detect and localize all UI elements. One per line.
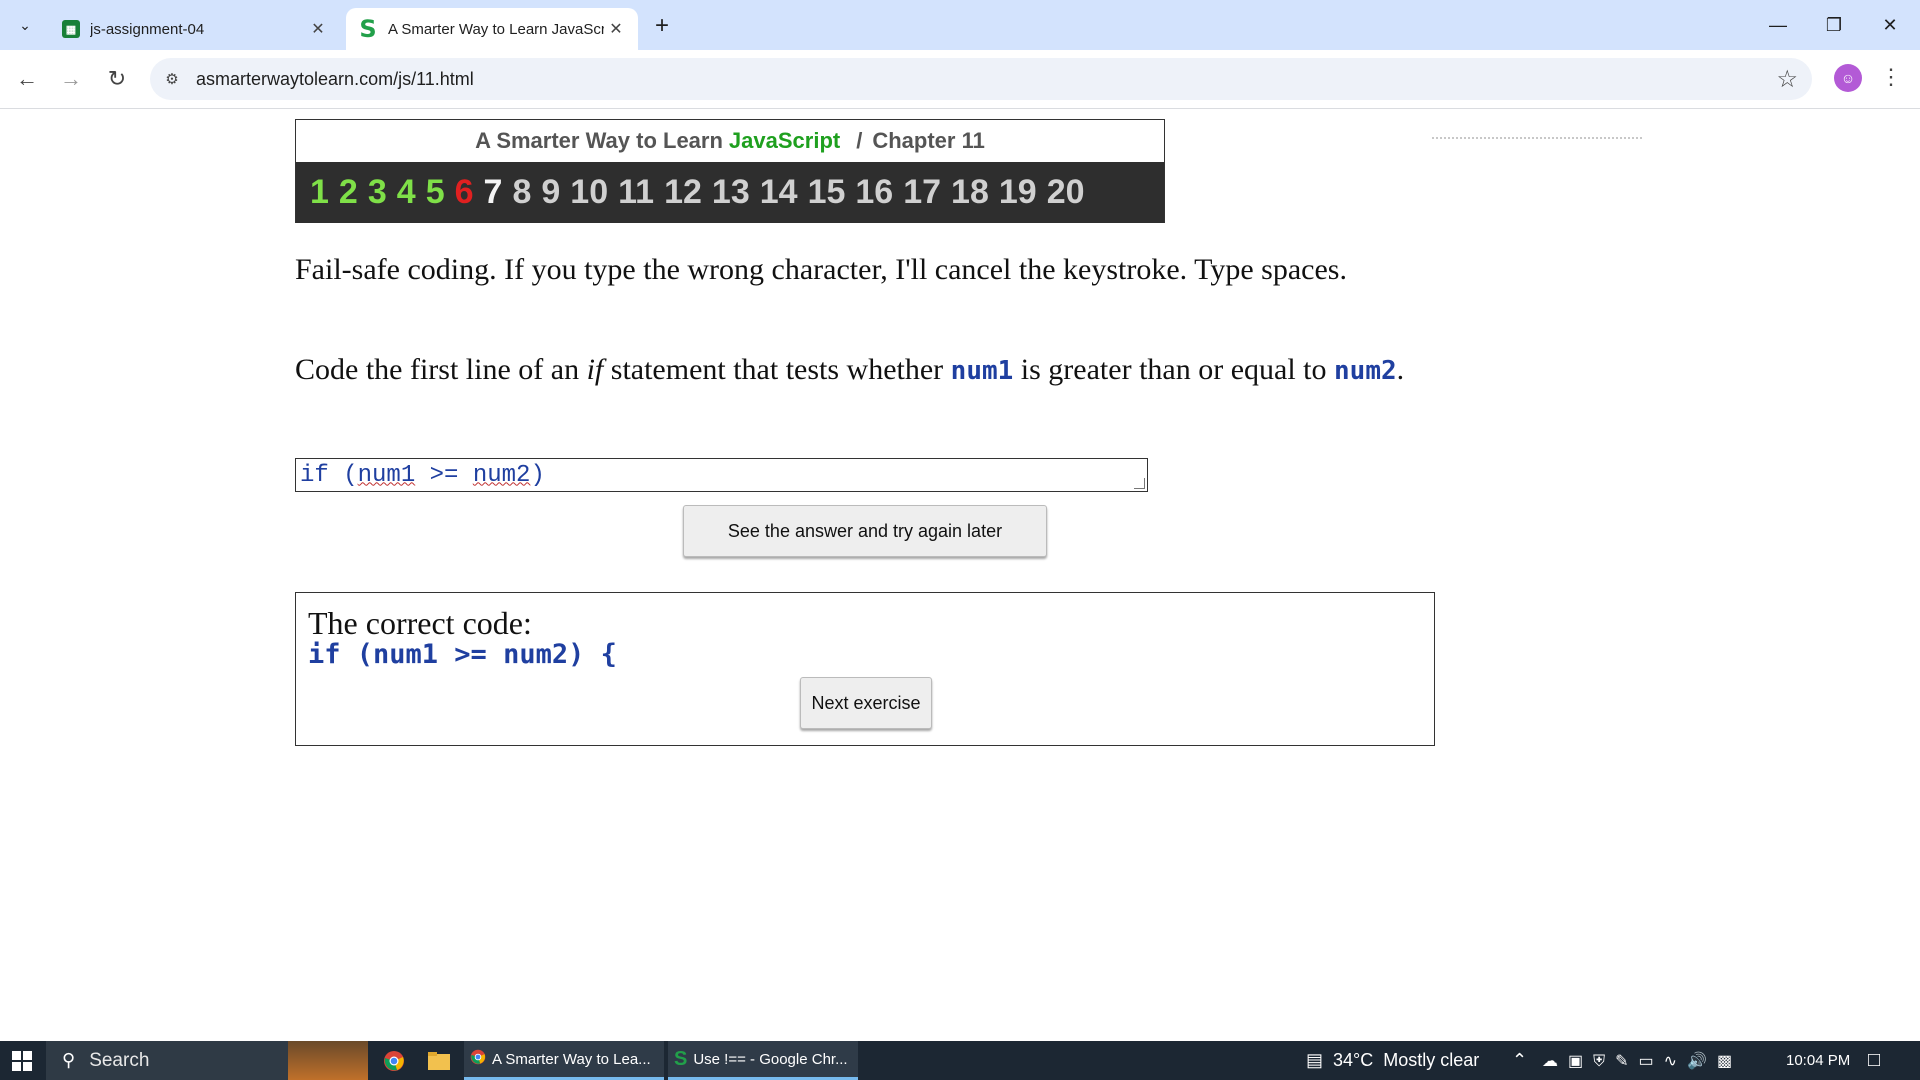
chrome-icon [470,1049,486,1069]
code-num1: num1 [950,356,1014,386]
s-logo-icon: S [359,15,377,43]
resize-handle-icon[interactable] [1134,478,1145,489]
next-exercise-button[interactable]: Next exercise [800,677,932,729]
system-tray-icons[interactable]: ☁▣⛨✎▭∿🔊▩ [1542,1041,1742,1080]
windows-start-icon[interactable] [0,1041,44,1080]
answer-kw: if ( [300,461,358,489]
menu-kebab-icon[interactable]: ⋮ [1880,64,1902,90]
tab-title: js-assignment-04 [90,20,205,38]
file-explorer-icon[interactable] [425,1047,453,1075]
minimize-icon[interactable]: — [1750,0,1806,50]
chapter-link-7[interactable]: 7 [484,173,503,212]
tray-chevron-icon[interactable]: ⌃ [1512,1041,1527,1080]
answer-operator: >= [415,461,473,489]
decorative-dotted-line [1432,137,1642,139]
chapter-navigation: A Smarter Way to Learn JavaScript / Chap… [295,119,1165,223]
page-content: A Smarter Way to Learn JavaScript / Chap… [0,109,1920,1041]
notifications-icon[interactable]: □ [1868,1041,1880,1080]
browser-toolbar: ← → ↻ ⚙ asmarterwaytolearn.com/js/11.htm… [0,50,1920,109]
tab-search-chevron-icon[interactable]: ⌄ [8,11,42,39]
taskbar-app-use-not-equal[interactable]: S Use !== - Google Chr... [668,1041,858,1080]
see-answer-button[interactable]: See the answer and try again later [683,505,1047,557]
search-highlight-image [288,1041,368,1080]
code-answer-textarea[interactable]: if (num1 >= num2) [295,458,1148,492]
url-text[interactable]: asmarterwaytolearn.com/js/11.html [196,69,474,90]
code-num2: num2 [1334,356,1397,386]
chapter-link-6[interactable]: 6 [455,173,474,212]
weather-text: 34°C Mostly clear [1333,1050,1480,1070]
chapter-link-3[interactable]: 3 [368,173,387,212]
chapter-link-20[interactable]: 20 [1047,173,1085,212]
chrome-icon[interactable] [380,1047,408,1075]
sheets-icon: ▦ [62,20,80,38]
taskbar-search[interactable]: ⚲ Search [46,1041,368,1080]
chapter-link-19[interactable]: 19 [999,173,1037,212]
chapter-link-18[interactable]: 18 [951,173,989,212]
chapter-link-2[interactable]: 2 [339,173,358,212]
taskbar-app-label: Use !== - Google Chr... [693,1050,848,1068]
chapter-link-16[interactable]: 16 [855,173,893,212]
site-info-icon[interactable]: ⚙ [160,67,184,91]
chapter-link-13[interactable]: 13 [712,173,750,212]
tab-js-assignment[interactable]: ▦ js-assignment-04 ✕ [50,8,340,50]
instruction-text: statement that tests whether [603,353,951,386]
back-icon[interactable]: ← [10,62,44,96]
correct-code-panel: The correct code: if (num1 >= num2) { Ne… [295,592,1435,746]
bookmark-star-icon[interactable]: ☆ [1776,65,1798,94]
chapter-link-5[interactable]: 5 [426,173,445,212]
instruction-task: Code the first line of an if statement t… [295,352,1435,389]
brand-javascript: JavaScript [728,128,841,153]
reload-icon[interactable]: ↻ [100,62,134,96]
correct-code-label: The correct code: [308,605,532,641]
chapter-link-12[interactable]: 12 [664,173,702,212]
chapter-header: A Smarter Way to Learn JavaScript / Chap… [296,120,1164,162]
answer-close-paren: ) [530,461,545,489]
chapter-link-14[interactable]: 14 [760,173,798,212]
close-icon[interactable]: ✕ [306,17,330,41]
new-tab-icon[interactable]: + [648,12,676,40]
book-title: A Smarter Way to Learn [475,128,723,153]
close-icon[interactable]: ✕ [604,17,628,41]
chapter-link-10[interactable]: 10 [570,173,608,212]
tab-smarter-way[interactable]: S A Smarter Way to Learn JavaScri ✕ [346,8,638,50]
window-close-icon[interactable]: ✕ [1862,0,1918,50]
instruction-text: . [1396,353,1405,386]
chapter-link-17[interactable]: 17 [903,173,941,212]
taskbar: ⚲ Search A Smarter Way to Lea... S Use !… [0,1041,1920,1080]
tab-strip: ⌄ ▦ js-assignment-04 ✕ S A Smarter Way t… [0,0,1920,50]
instruction-failsafe: Fail-safe coding. If you type the wrong … [295,253,1347,286]
chapter-link-15[interactable]: 15 [808,173,846,212]
chapter-link-1[interactable]: 1 [310,173,329,212]
correct-code: if (num1 >= num2) { [308,639,617,670]
weather-icon: ▤ [1306,1050,1324,1070]
search-label: Search [89,1049,150,1071]
answer-var2: num2 [472,461,531,489]
instruction-text: Code the first line of an [295,353,587,386]
tab-title: A Smarter Way to Learn JavaScri [388,20,604,38]
instruction-keyword: if [586,353,604,386]
chapter-link-8[interactable]: 8 [512,173,531,212]
address-bar[interactable]: ⚙ asmarterwaytolearn.com/js/11.html ☆ [150,58,1812,100]
taskbar-app-chrome-smarter-way[interactable]: A Smarter Way to Lea... [464,1041,664,1080]
chapter-link-11[interactable]: 11 [618,173,654,212]
chapter-label: Chapter 11 [872,128,985,153]
s-logo-icon: S [674,1047,688,1070]
weather-widget[interactable]: ▤ 34°C Mostly clear [1306,1041,1479,1080]
chapter-number-list: 1 2 3 4 5 6 7 8 9 10 11 12 13 14 15 16 1… [296,162,1164,223]
chapter-link-4[interactable]: 4 [397,173,416,212]
search-icon: ⚲ [62,1050,76,1070]
answer-var1: num1 [357,461,416,489]
forward-icon[interactable]: → [54,62,88,96]
clock-time[interactable]: 10:04 PM [1786,1041,1850,1080]
profile-avatar[interactable]: ☺ [1834,64,1862,92]
chapter-link-9[interactable]: 9 [541,173,560,212]
instruction-text: is greater than or equal to [1013,353,1335,386]
taskbar-app-label: A Smarter Way to Lea... [492,1050,651,1068]
restore-icon[interactable]: ❐ [1806,0,1862,50]
separator: / [856,128,863,153]
